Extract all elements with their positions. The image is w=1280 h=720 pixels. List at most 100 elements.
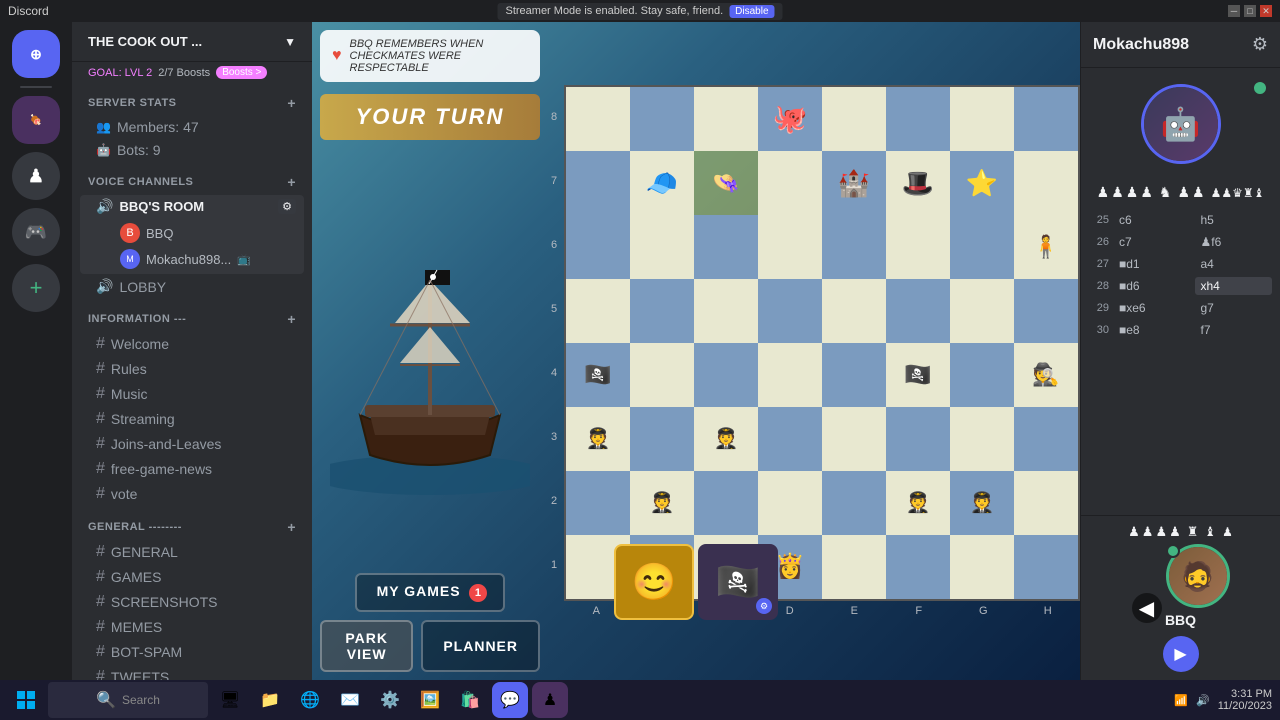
cell-d8[interactable]: 🐙 bbox=[758, 87, 822, 151]
planner-button[interactable]: PLANNER bbox=[421, 620, 540, 672]
photos-button[interactable]: 🖼️ bbox=[412, 682, 448, 718]
cell-f4[interactable]: 🏴‍☠️ bbox=[886, 343, 950, 407]
cell-g1[interactable] bbox=[950, 535, 1014, 599]
piece-b7[interactable]: 🧢 bbox=[646, 170, 678, 196]
start-button[interactable] bbox=[8, 682, 44, 718]
settings-icon[interactable]: ⚙ bbox=[1252, 34, 1268, 55]
cell-b5[interactable] bbox=[630, 279, 694, 343]
cell-a6[interactable] bbox=[566, 215, 630, 279]
cell-c5[interactable] bbox=[694, 279, 758, 343]
lobby-channel[interactable]: 🔊 LOBBY bbox=[80, 275, 304, 298]
cell-g3[interactable] bbox=[950, 407, 1014, 471]
cell-a3[interactable]: 🧑‍✈️ bbox=[566, 407, 630, 471]
cell-b4[interactable] bbox=[630, 343, 694, 407]
channel-vote[interactable]: #vote bbox=[80, 482, 304, 506]
mail-button[interactable]: ✉️ bbox=[332, 682, 368, 718]
maximize-button[interactable]: □ bbox=[1244, 5, 1256, 17]
piece-f4[interactable]: 🏴‍☠️ bbox=[904, 364, 931, 386]
voice-section-header[interactable]: VOICE CHANNELS + bbox=[72, 170, 312, 194]
add-general-channel[interactable]: + bbox=[287, 519, 296, 535]
cell-b8[interactable] bbox=[630, 87, 694, 151]
store-button[interactable]: 🛍️ bbox=[452, 682, 488, 718]
cell-c2[interactable] bbox=[694, 471, 758, 535]
general-section-header[interactable]: GENERAL -------- + bbox=[72, 515, 312, 539]
cell-b6[interactable] bbox=[630, 215, 694, 279]
discord-taskbar-button[interactable]: 💬 bbox=[492, 682, 528, 718]
cell-a2[interactable] bbox=[566, 471, 630, 535]
cell-e1[interactable] bbox=[822, 535, 886, 599]
cell-h6[interactable]: 🧍 bbox=[1014, 215, 1078, 279]
cell-h2[interactable] bbox=[1014, 471, 1078, 535]
piece-g7[interactable]: ⭐ bbox=[966, 170, 998, 196]
info-section-header[interactable]: INFORMATION --- + bbox=[72, 307, 312, 331]
cell-f2[interactable]: 🧑‍✈️ bbox=[886, 471, 950, 535]
cell-h8[interactable] bbox=[1014, 87, 1078, 151]
cell-d2[interactable] bbox=[758, 471, 822, 535]
cell-c6[interactable] bbox=[694, 215, 758, 279]
voice-user-mokachu[interactable]: M Mokachu898... 📺 bbox=[120, 247, 251, 271]
send-button[interactable]: ▶ bbox=[1163, 636, 1199, 672]
cell-f3[interactable] bbox=[886, 407, 950, 471]
cell-e4[interactable] bbox=[822, 343, 886, 407]
cell-g5[interactable] bbox=[950, 279, 1014, 343]
cell-h1[interactable] bbox=[1014, 535, 1078, 599]
cell-h4[interactable]: 🕵️ bbox=[1014, 343, 1078, 407]
channel-games[interactable]: #GAMES bbox=[80, 565, 304, 589]
server-header[interactable]: THE COOK OUT ... ▼ bbox=[72, 22, 312, 62]
cell-a8[interactable] bbox=[566, 87, 630, 151]
cell-e7[interactable]: 🏰 bbox=[822, 151, 886, 215]
piece-h4[interactable]: 🕵️ bbox=[1032, 364, 1059, 386]
file-explorer-button[interactable]: 📁 bbox=[252, 682, 288, 718]
cell-c7[interactable]: 👒 bbox=[694, 151, 758, 215]
cell-d6[interactable] bbox=[758, 215, 822, 279]
cell-d7[interactable] bbox=[758, 151, 822, 215]
piece-a4[interactable]: 🏴‍☠️ bbox=[584, 364, 611, 386]
channel-joins[interactable]: #Joins-and-Leaves bbox=[80, 432, 304, 456]
add-info-channel[interactable]: + bbox=[287, 311, 296, 327]
cell-b2[interactable]: 🧑‍✈️ bbox=[630, 471, 694, 535]
cell-d3[interactable] bbox=[758, 407, 822, 471]
park-view-button[interactable]: PARK VIEW bbox=[320, 620, 413, 672]
cell-e6[interactable] bbox=[822, 215, 886, 279]
piece-c7[interactable]: 👒 bbox=[712, 172, 739, 194]
add-voice-icon[interactable]: + bbox=[287, 174, 296, 190]
cell-f1[interactable] bbox=[886, 535, 950, 599]
server-icon-main[interactable]: 🍖 bbox=[12, 96, 60, 144]
cell-a7[interactable] bbox=[566, 151, 630, 215]
cell-f6[interactable] bbox=[886, 215, 950, 279]
piece-h6[interactable]: 🧍 bbox=[1032, 236, 1059, 258]
channel-free-games[interactable]: #free-game-news bbox=[80, 457, 304, 481]
cell-c8[interactable] bbox=[694, 87, 758, 151]
channel-rules[interactable]: #Rules bbox=[80, 357, 304, 381]
piece-d1-king[interactable]: 👸 bbox=[775, 555, 805, 579]
cell-g2[interactable]: 🧑‍✈️ bbox=[950, 471, 1014, 535]
channel-bot-spam[interactable]: #BOT-SPAM bbox=[80, 640, 304, 664]
task-view-button[interactable]: 🖥 bbox=[212, 682, 248, 718]
piece-d8[interactable]: 🐙 bbox=[773, 105, 808, 133]
cell-e3[interactable] bbox=[822, 407, 886, 471]
channel-streaming[interactable]: #Streaming bbox=[80, 407, 304, 431]
cell-g4[interactable] bbox=[950, 343, 1014, 407]
cell-e2[interactable] bbox=[822, 471, 886, 535]
chess-taskbar-button[interactable]: ♟ bbox=[532, 682, 568, 718]
piece-a3-pawn[interactable]: 🧑‍✈️ bbox=[586, 429, 611, 449]
cell-a5[interactable] bbox=[566, 279, 630, 343]
cell-a4[interactable]: 🏴‍☠️ bbox=[566, 343, 630, 407]
cell-g7[interactable]: ⭐ bbox=[950, 151, 1014, 215]
add-channel-icon[interactable]: + bbox=[287, 95, 296, 111]
piece-b2-pawn[interactable]: 🧑‍✈️ bbox=[650, 493, 675, 513]
disable-button[interactable]: Disable bbox=[729, 5, 774, 18]
piece-c3-pawn[interactable]: 🧑‍✈️ bbox=[714, 429, 739, 449]
piece-e7[interactable]: 🏰 bbox=[838, 170, 870, 196]
cell-f5[interactable] bbox=[886, 279, 950, 343]
prev-arrow[interactable]: ◀ bbox=[1132, 593, 1162, 623]
edge-button[interactable]: 🌐 bbox=[292, 682, 328, 718]
search-bar[interactable]: 🔍 Search bbox=[48, 682, 208, 718]
cell-d5[interactable] bbox=[758, 279, 822, 343]
cell-g8[interactable] bbox=[950, 87, 1014, 151]
cell-h3[interactable] bbox=[1014, 407, 1078, 471]
player-tab-1[interactable]: 😊 bbox=[614, 544, 694, 620]
piece-f2-pawn[interactable]: 🧑‍✈️ bbox=[906, 493, 931, 513]
piece-f7[interactable]: 🎩 bbox=[902, 170, 934, 196]
cell-f8[interactable] bbox=[886, 87, 950, 151]
